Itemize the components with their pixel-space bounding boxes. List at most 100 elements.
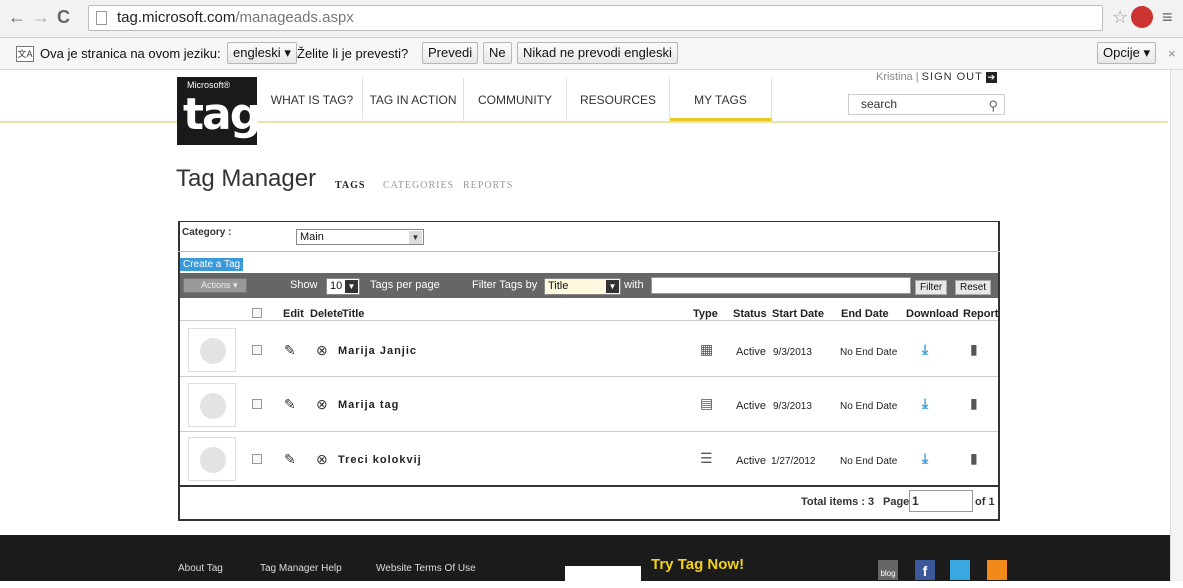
try-tag-link[interactable]: Try Tag Now! xyxy=(651,556,744,573)
tag-panel xyxy=(178,221,1000,521)
delete-icon[interactable]: ⊗ xyxy=(316,452,328,466)
translate-question: Želite li je prevesti? xyxy=(297,46,409,61)
footer-about-link[interactable]: About Tag xyxy=(178,563,223,574)
row-end-date: No End Date xyxy=(840,456,898,467)
qr-type-icon: ▦ xyxy=(700,341,714,357)
page-input[interactable]: 1 xyxy=(909,490,973,512)
delete-icon[interactable]: ⊗ xyxy=(316,397,328,411)
extension-icon[interactable] xyxy=(1131,6,1153,28)
row-title[interactable]: Marija tag xyxy=(338,399,399,411)
filter-text-input[interactable] xyxy=(651,277,911,294)
star-icon[interactable]: ☆ xyxy=(1112,8,1128,26)
nav-what-is-tag[interactable]: WHAT IS TAG? xyxy=(262,78,363,121)
site-logo[interactable]: Microsoft® tag xyxy=(177,77,261,145)
download-icon[interactable]: ⤓ xyxy=(922,396,928,410)
promo-image[interactable] xyxy=(565,566,641,581)
row-title[interactable]: Treci kolokvij xyxy=(338,454,422,466)
pencil-icon[interactable]: ✎ xyxy=(284,452,296,466)
no-button[interactable]: Ne xyxy=(483,42,512,64)
report-icon[interactable]: ▮ xyxy=(970,342,978,356)
translate-icon: 文A xyxy=(16,46,34,62)
text-type-icon: ☰ xyxy=(700,450,713,466)
row-checkbox[interactable] xyxy=(252,399,262,409)
forward-icon[interactable]: → xyxy=(32,8,50,26)
download-icon[interactable]: ⤓ xyxy=(922,451,928,465)
address-bar[interactable]: tag.microsoft.com/manageads.aspx xyxy=(88,5,1103,31)
with-label: with xyxy=(624,279,644,291)
chevron-down-icon: ▼ xyxy=(409,231,422,244)
col-download: Download xyxy=(906,308,959,320)
never-translate-button[interactable]: Nikad ne prevodi engleski xyxy=(517,42,678,64)
twitter-icon[interactable] xyxy=(950,560,970,580)
tab-categories[interactable]: CATEGORIES xyxy=(383,180,454,191)
nav-my-tags[interactable]: MY TAGS xyxy=(670,78,772,121)
row-status: Active xyxy=(736,346,766,358)
footer-terms-link[interactable]: Website Terms Of Use xyxy=(376,563,476,574)
nav-resources[interactable]: RESOURCES xyxy=(567,78,670,121)
menu-icon[interactable]: ≡ xyxy=(1162,8,1173,26)
delete-icon[interactable]: ⊗ xyxy=(316,343,328,357)
header-divider xyxy=(0,121,1168,123)
rss-icon[interactable] xyxy=(987,560,1007,580)
reload-icon[interactable]: C xyxy=(57,8,70,26)
download-icon[interactable]: ⤓ xyxy=(922,342,928,356)
col-start-date[interactable]: Start Date xyxy=(772,308,824,320)
row-checkbox[interactable] xyxy=(252,345,262,355)
options-button[interactable]: Opcije ▾ xyxy=(1097,42,1156,64)
pencil-icon[interactable]: ✎ xyxy=(284,343,296,357)
browser-toolbar: ← → C tag.microsoft.com/manageads.aspx ☆… xyxy=(0,0,1183,38)
search-input[interactable]: search ⚲ xyxy=(848,94,1005,115)
search-icon[interactable]: ⚲ xyxy=(988,96,998,115)
chevron-down-icon: ▼ xyxy=(345,280,358,293)
per-page-select[interactable]: 10 ▼ xyxy=(326,278,360,295)
tab-reports[interactable]: REPORTS xyxy=(463,180,513,191)
arrow-right-icon[interactable]: ➔ xyxy=(985,72,997,83)
scrollbar[interactable] xyxy=(1170,70,1183,581)
facebook-icon[interactable]: f xyxy=(915,560,935,580)
col-end-date[interactable]: End Date xyxy=(841,308,889,320)
barcode-type-icon: ▤ xyxy=(700,395,714,411)
tag-thumbnail[interactable] xyxy=(188,383,236,427)
reset-button[interactable]: Reset xyxy=(955,280,992,295)
filter-field-select[interactable]: Title ▼ xyxy=(544,278,621,295)
sign-out-link[interactable]: SIGN OUT xyxy=(922,71,983,83)
filter-button[interactable]: Filter xyxy=(915,280,948,295)
create-tag-button[interactable]: Create a Tag xyxy=(180,258,244,271)
chevron-down-icon: ▼ xyxy=(606,280,619,293)
blog-icon[interactable]: blog xyxy=(878,560,898,580)
report-icon[interactable]: ▮ xyxy=(970,396,978,410)
back-icon[interactable]: ← xyxy=(8,8,26,26)
tag-thumbnail[interactable] xyxy=(188,328,236,372)
row-title[interactable]: Marija Janjic xyxy=(338,345,417,357)
globe-icon xyxy=(200,338,226,364)
nav-tag-in-action[interactable]: TAG IN ACTION xyxy=(363,78,464,121)
pencil-icon[interactable]: ✎ xyxy=(284,397,296,411)
globe-icon xyxy=(200,393,226,419)
tab-tags[interactable]: TAGS xyxy=(335,180,366,191)
close-icon[interactable]: × xyxy=(1168,46,1176,61)
col-title[interactable]: Title xyxy=(342,308,364,320)
actions-button[interactable]: Actions ▾ xyxy=(183,278,247,293)
language-select[interactable]: engleski ▾ xyxy=(227,42,297,64)
user-name: Kristina xyxy=(876,71,913,83)
row-start-date: 9/3/2013 xyxy=(773,347,812,358)
row-checkbox[interactable] xyxy=(252,454,262,464)
row-status: Active xyxy=(736,400,766,412)
filter-by-label: Filter Tags by xyxy=(472,279,538,291)
page-title: Tag Manager xyxy=(176,165,317,192)
row-end-date: No End Date xyxy=(840,347,898,358)
col-status[interactable]: Status xyxy=(733,308,767,320)
footer-help-link[interactable]: Tag Manager Help xyxy=(260,563,342,574)
select-all-checkbox[interactable] xyxy=(252,308,262,318)
category-select[interactable]: Main ▼ xyxy=(296,229,424,245)
category-label: Category : xyxy=(182,227,232,238)
nav-community[interactable]: COMMUNITY xyxy=(464,78,567,121)
user-area: Kristina | SIGN OUT ➔ xyxy=(876,71,997,83)
translate-button[interactable]: Prevedi xyxy=(422,42,479,64)
col-delete: Delete xyxy=(310,308,344,320)
col-type[interactable]: Type xyxy=(693,308,718,320)
row-divider xyxy=(180,376,998,377)
tag-thumbnail[interactable] xyxy=(188,437,236,481)
col-edit: Edit xyxy=(283,308,304,320)
report-icon[interactable]: ▮ xyxy=(970,451,978,465)
